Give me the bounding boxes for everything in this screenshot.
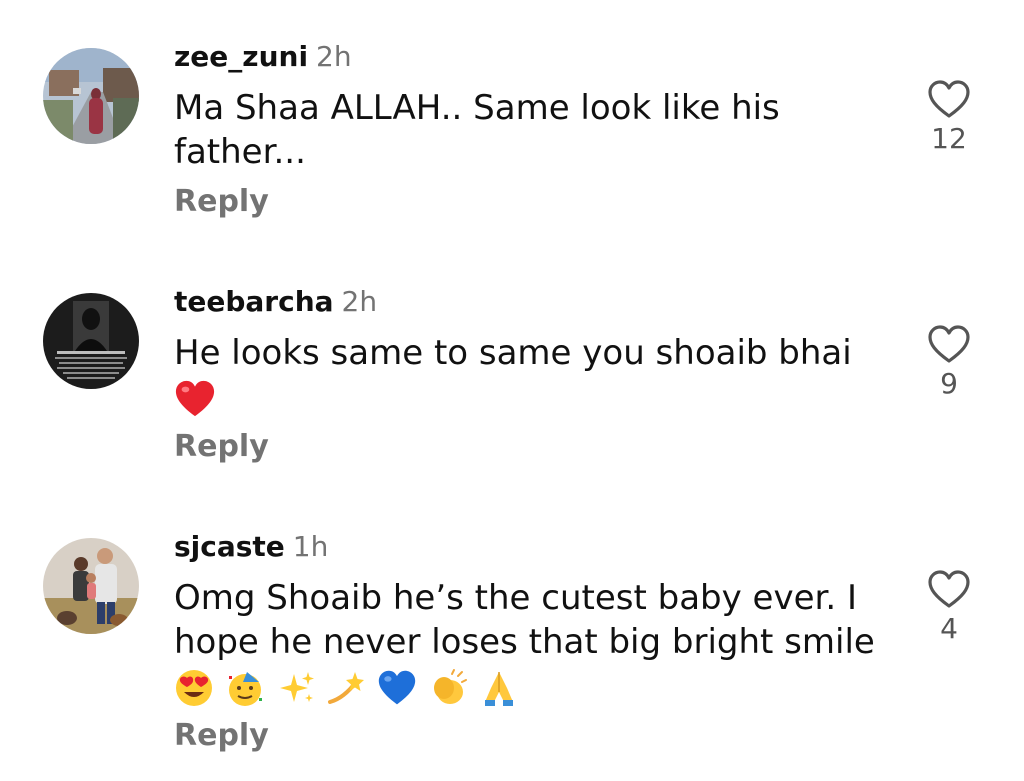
comment-meta: teebarcha 2h — [174, 285, 894, 319]
comment-text: Omg Shoaib he’s the cutest baby ever. I … — [174, 576, 894, 708]
like-group: 9 — [918, 325, 980, 401]
emoji-line — [174, 375, 894, 419]
emoji-line — [174, 664, 894, 708]
avatar[interactable] — [43, 538, 139, 634]
comment-timestamp: 2h — [341, 285, 378, 318]
like-group: 4 — [918, 570, 980, 646]
comment-timestamp: 1h — [292, 530, 329, 563]
dizzy-icon — [328, 671, 365, 704]
comment-username[interactable]: zee_zuni — [174, 40, 308, 73]
comment-meta: zee_zuni 2h — [174, 40, 894, 74]
comment-text: Ma Shaa ALLAH.. Same look like his fathe… — [174, 88, 780, 172]
like-group: 12 — [918, 80, 980, 156]
heart-outline-icon[interactable] — [927, 570, 971, 610]
avatar[interactable] — [43, 48, 139, 144]
sparkles-icon — [279, 671, 314, 702]
like-count: 4 — [940, 612, 958, 645]
partying-face-icon — [228, 671, 262, 706]
comment-text-body: Omg Shoaib he’s the cutest baby ever. I … — [174, 578, 875, 662]
comment-text-body: He looks same to same you shoaib bhai — [174, 333, 852, 373]
reply-button[interactable]: Reply — [174, 716, 894, 756]
comment-username[interactable]: sjcaste — [174, 530, 285, 563]
avatar[interactable] — [43, 293, 139, 389]
comment-text: He looks same to same you shoaib bhai — [174, 331, 894, 419]
red-heart-icon — [175, 380, 215, 416]
like-count: 9 — [940, 367, 958, 400]
comment-username[interactable]: teebarcha — [174, 285, 334, 318]
folded-hands-icon — [484, 671, 513, 706]
street-photo-avatar-icon — [43, 48, 139, 144]
reply-button[interactable]: Reply — [174, 182, 894, 222]
clapping-hands-icon — [434, 668, 468, 704]
reply-button[interactable]: Reply — [174, 427, 894, 467]
comment-meta: sjcaste 1h — [174, 530, 894, 564]
comment-timestamp: 2h — [316, 40, 352, 73]
dark-poster-avatar-icon — [43, 293, 139, 389]
like-count: 12 — [931, 122, 967, 155]
heart-outline-icon[interactable] — [927, 325, 971, 365]
blue-heart-icon — [379, 670, 416, 704]
heart-eyes-icon — [176, 669, 212, 706]
family-photo-avatar-icon — [43, 538, 139, 634]
heart-outline-icon[interactable] — [927, 80, 971, 120]
